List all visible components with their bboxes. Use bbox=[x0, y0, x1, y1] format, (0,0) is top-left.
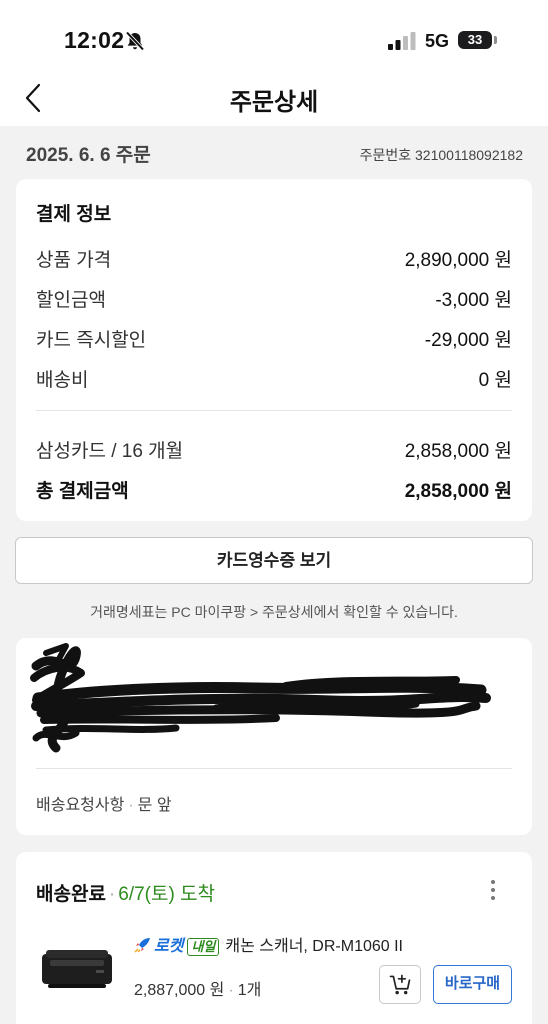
product-name: 캐논 스캐너, DR-M1060 II bbox=[225, 938, 404, 955]
payment-row-label: 할인금액 bbox=[36, 290, 106, 311]
page-title: 주문상세 bbox=[229, 89, 319, 116]
divider bbox=[36, 410, 512, 411]
network-type: 5G bbox=[425, 31, 450, 51]
shipping-address-card: 배송요청사항 · 문 앞 bbox=[16, 638, 532, 835]
order-number: 주문번호 32100118092182 bbox=[359, 147, 523, 163]
battery-icon: 33 bbox=[458, 31, 492, 49]
more-options-icon[interactable] bbox=[486, 879, 500, 901]
buy-now-button[interactable]: 바로구매 bbox=[433, 965, 512, 1004]
product-thumbnail[interactable] bbox=[38, 940, 116, 992]
payment-row-label: 배송비 bbox=[36, 370, 89, 391]
payment-row-value: 0 원 bbox=[478, 370, 512, 391]
payment-row-value: -29,000 원 bbox=[424, 330, 512, 351]
invoice-info-note: 거래명세표는 PC 마이쿠팡 > 주문상세에서 확인할 수 있습니다. bbox=[90, 604, 458, 620]
product-name-line[interactable]: 로켓 내일 캐논 스캐너, DR-M1060 II bbox=[134, 932, 403, 956]
payment-info-card: 결제 정보 상품 가격 2,890,000 원 할인금액 -3,000 원 카드… bbox=[16, 179, 532, 521]
battery-tip bbox=[494, 36, 497, 44]
payment-card-label: 삼성카드 / 16 개월 bbox=[36, 441, 184, 462]
status-bar: 12:02 5G 33 bbox=[0, 0, 548, 70]
payment-row-total: 총 결제금액 2,858,000 원 bbox=[36, 476, 512, 502]
delivery-request-value: 문 앞 bbox=[137, 797, 172, 814]
total-label: 총 결제금액 bbox=[36, 481, 129, 502]
shipment-status-label: 배송완료 bbox=[36, 884, 106, 905]
payment-row-card: 삼성카드 / 16 개월 2,858,000 원 bbox=[36, 436, 512, 462]
payment-row-product-price: 상품 가격 2,890,000 원 bbox=[36, 245, 512, 271]
rocket-label: 로켓 bbox=[154, 938, 184, 955]
cart-plus-icon bbox=[389, 974, 411, 995]
shipment-card: 배송완료 · 6/7(토) 도착 로켓 내일 캐논 스캐너, DR-M1060 II 2… bbox=[16, 852, 532, 1024]
card-receipt-button[interactable]: 카드영수증 보기 bbox=[15, 537, 533, 584]
shipment-status: 배송완료 · 6/7(토) 도착 bbox=[36, 884, 216, 905]
payment-row-card-discount: 카드 즉시할인 -29,000 원 bbox=[36, 325, 512, 351]
status-time: 12:02 bbox=[64, 27, 125, 53]
divider bbox=[36, 768, 512, 769]
delivery-request-label: 배송요청사항 bbox=[36, 797, 125, 814]
payment-row-discount: 할인금액 -3,000 원 bbox=[36, 285, 512, 311]
tomorrow-badge: 내일 bbox=[187, 938, 220, 956]
product-price-line: 2,887,000 원 · 1개 bbox=[134, 982, 262, 999]
arrival-date: 6/7(토) 도착 bbox=[118, 884, 216, 905]
payment-row-value: 2,890,000 원 bbox=[404, 250, 512, 271]
redacted-address-scribble bbox=[30, 643, 491, 753]
rocket-icon bbox=[134, 938, 150, 953]
payment-row-shipping-fee: 배송비 0 원 bbox=[36, 365, 512, 391]
payment-row-value: -3,000 원 bbox=[435, 290, 512, 311]
payment-card-value: 2,858,000 원 bbox=[404, 441, 512, 462]
delivery-request: 배송요청사항 · 문 앞 bbox=[36, 797, 172, 814]
product-price: 2,887,000 원 bbox=[134, 982, 225, 999]
payment-heading: 결제 정보 bbox=[36, 204, 112, 225]
total-value: 2,858,000 원 bbox=[404, 481, 512, 502]
payment-row-label: 카드 즉시할인 bbox=[36, 330, 147, 351]
add-to-cart-button[interactable] bbox=[379, 965, 421, 1004]
order-date: 2025. 6. 6 주문 bbox=[26, 145, 151, 166]
navigation-bar: 주문상세 bbox=[0, 70, 548, 126]
cellular-signal-icon bbox=[388, 32, 416, 50]
product-quantity: 1개 bbox=[237, 982, 262, 999]
payment-row-label: 상품 가격 bbox=[36, 250, 112, 271]
bell-muted-icon bbox=[125, 31, 145, 51]
